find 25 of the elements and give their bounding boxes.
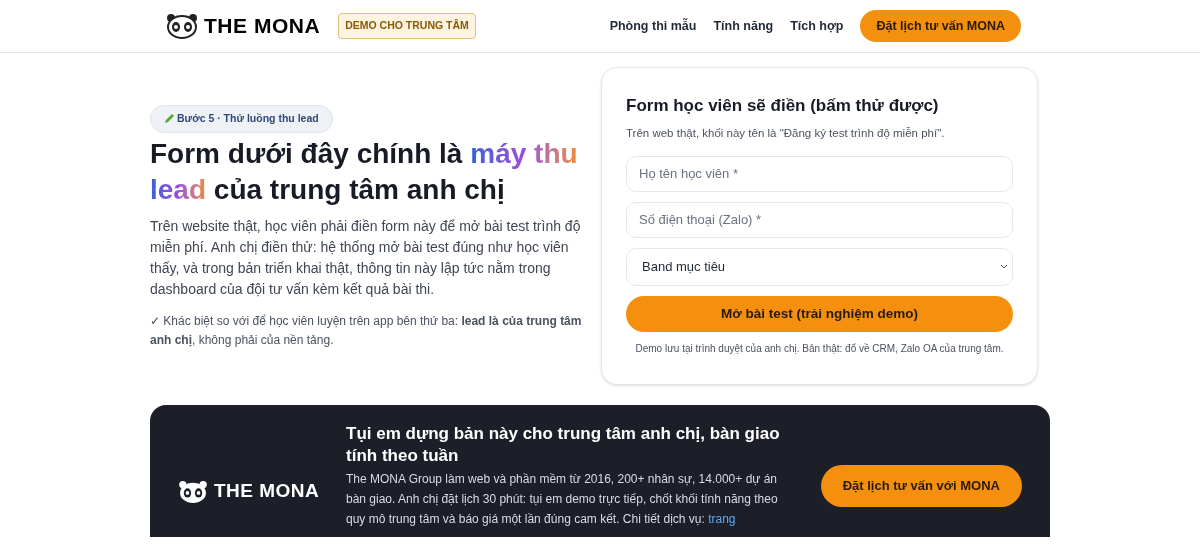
panda-logo-icon bbox=[166, 13, 198, 39]
submit-button[interactable]: Mở bài test (trải nghiệm demo) bbox=[626, 295, 1013, 332]
nav-link[interactable]: Phòng thi mẫu bbox=[609, 16, 697, 36]
intro-paragraph: Trên website thật, học viên phải điền form này để mở bài test trình độ miễn phí. Anh chị điền thử: hệ thống mở bài test đúng như học viên thấy, và trong bản triển khai thật, thông tin này lập tức nằm trong dashboard của đội tư vấn kèm kết quả bài thi. bbox=[150, 216, 582, 299]
nav-link[interactable]: Tích hợp bbox=[790, 16, 844, 36]
logo-text: THE MONA bbox=[214, 479, 320, 504]
pencil-icon bbox=[164, 113, 175, 125]
services-link[interactable]: trang bbox=[708, 512, 736, 526]
step-badge: Bước 5 · Thử luồng thu lead bbox=[150, 105, 333, 133]
consult-button[interactable]: Đặt lịch tư vấn với MONA bbox=[820, 465, 1022, 507]
banner-title: Tụi em dựng bản này cho trung tâm anh chị, bàn giao tính theo tuần bbox=[346, 423, 781, 467]
form-title: Form học viên sẽ điền (bấm thử được) bbox=[626, 95, 940, 117]
note-text: ✓ Khác biệt so với để học viên luyện trên app bên thứ ba: lead là của trung tâm anh chị, không phải của nền tảng. bbox=[150, 312, 583, 349]
input-field[interactable]: Họ tên học viên * bbox=[626, 155, 1013, 192]
input-field[interactable]: Số điện thoại (Zalo) * bbox=[626, 201, 1013, 238]
chevron-down-icon bbox=[1000, 264, 1008, 270]
select-field[interactable]: Band mục tiêu bbox=[626, 247, 1013, 286]
nav-link[interactable]: Tính năng bbox=[713, 16, 774, 36]
form-footnote: Demo lưu tại trình duyệt của anh chị. Bản thật: đổ về CRM, Zalo OA của trung tâm. bbox=[634, 341, 1005, 356]
banner-paragraph: The MONA Group làm web và phần mềm từ 2016, 200+ nhân sự, 14.000+ dự án bàn giao. Anh chị đặt lịch 30 phút: tụi em demo trực tiếp, chốt khối tính năng theo quy mô trung tâm và báo giá một lần đúng cam kết. Chi tiết dịch vụ: trang bbox=[346, 471, 779, 528]
form-subtitle: Trên web thật, khối này tên là "Đăng ký test trình độ miễn phí". bbox=[626, 125, 946, 141]
consult-button[interactable]: Đặt lịch tư vấn MONA bbox=[860, 10, 1021, 42]
logo-text: THE MONA bbox=[204, 13, 321, 40]
panda-logo-icon bbox=[178, 479, 208, 504]
demo-badge: DEMO CHO TRUNG TÂM bbox=[338, 13, 476, 39]
